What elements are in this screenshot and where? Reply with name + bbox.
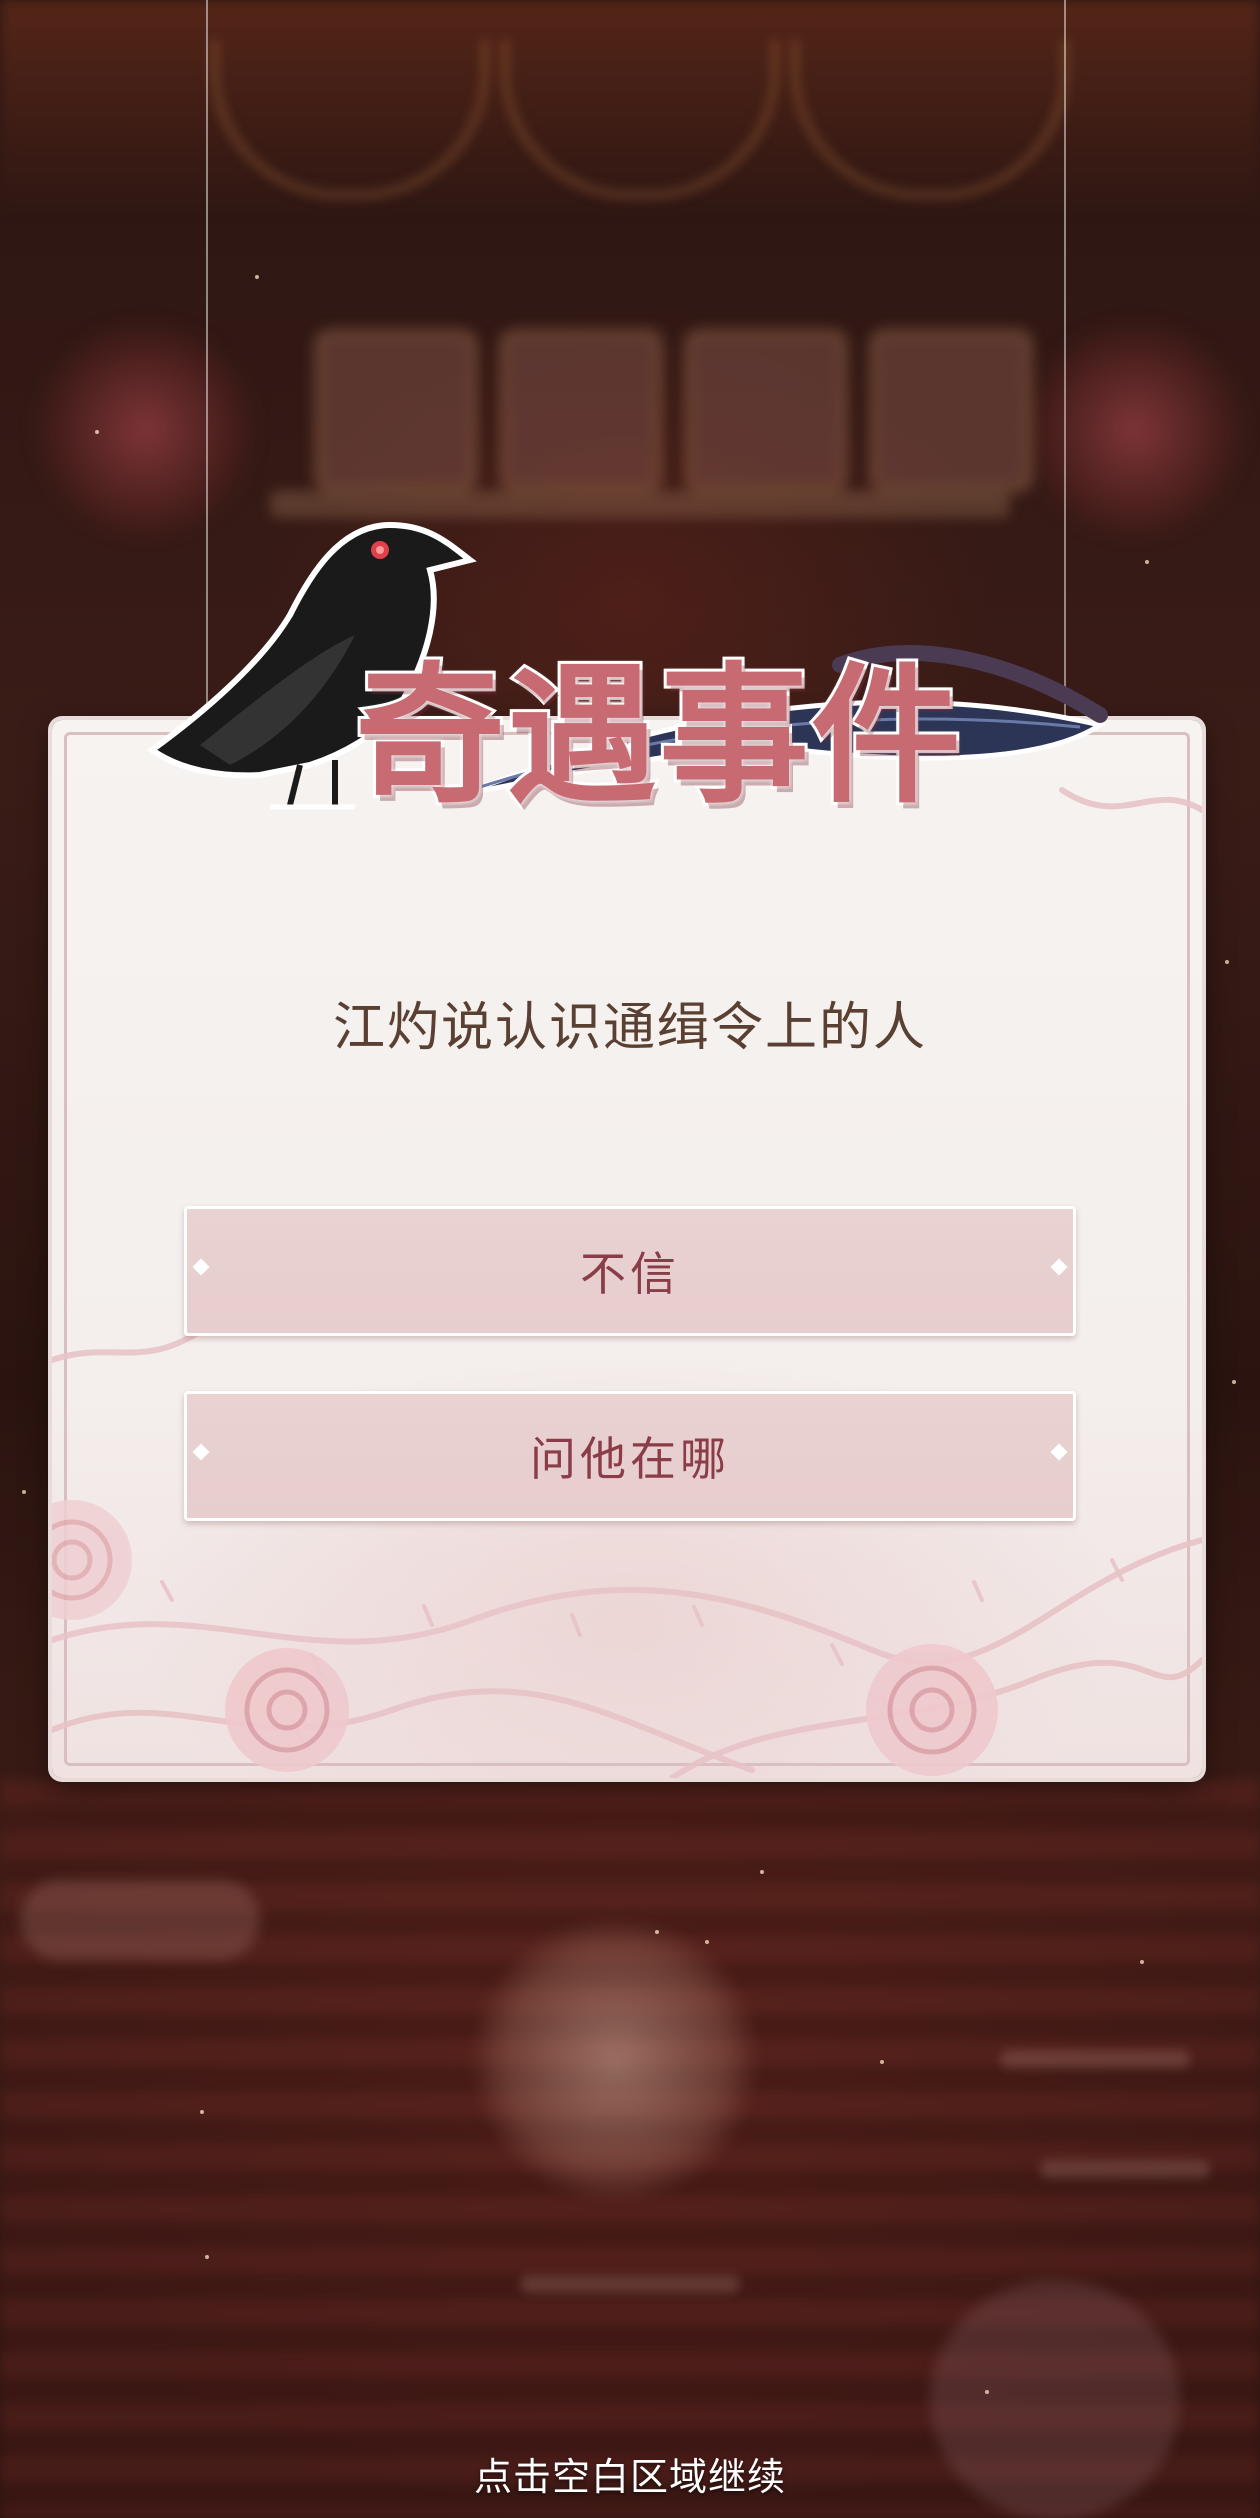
sparkle [95,430,99,434]
event-banner: 奇遇事件 [140,515,1110,827]
background-line [1000,2050,1190,2068]
option-button-ask-where[interactable]: 问他在哪 [184,1391,1076,1521]
diamond-ornament [1050,1443,1068,1461]
rose-icon [866,1644,998,1776]
sparkle [205,2255,209,2259]
rose-icon [52,1500,132,1620]
option-label: 不信 [580,1247,680,1301]
background-line [520,2275,740,2293]
background-crown [30,320,260,540]
diamond-ornament [192,1443,210,1461]
diamond-ornament [1050,1258,1068,1276]
background-card [870,330,1032,492]
sparkle [655,1930,659,1934]
sparkle [880,2060,884,2064]
sparkle [985,2390,989,2394]
sparkle [1225,960,1229,964]
sparkle [1232,1380,1236,1384]
sparkle [760,1870,764,1874]
background-tag [20,1880,260,1960]
continue-hint: 点击空白区域继续 [473,2455,786,2499]
background-crown [1020,320,1250,540]
event-message: 江灼说认识通缉令上的人 [332,998,927,1058]
sparkle [22,1490,26,1494]
background-card [500,330,662,492]
background-line [1040,2160,1210,2178]
rose-icon [225,1648,349,1772]
option-label: 问他在哪 [530,1432,730,1486]
background-card [685,330,847,492]
background-card [315,330,477,492]
background-shelf [270,490,1010,518]
option-button-disbelieve[interactable]: 不信 [184,1206,1076,1336]
sparkle [1140,1960,1144,1964]
diamond-ornament [192,1258,210,1276]
sparkle [255,275,259,279]
sparkle [705,1940,709,1944]
sparkle [200,2110,204,2114]
event-title: 奇遇事件 [352,645,964,827]
sparkle [1145,560,1149,564]
background-orb [470,1920,760,2200]
